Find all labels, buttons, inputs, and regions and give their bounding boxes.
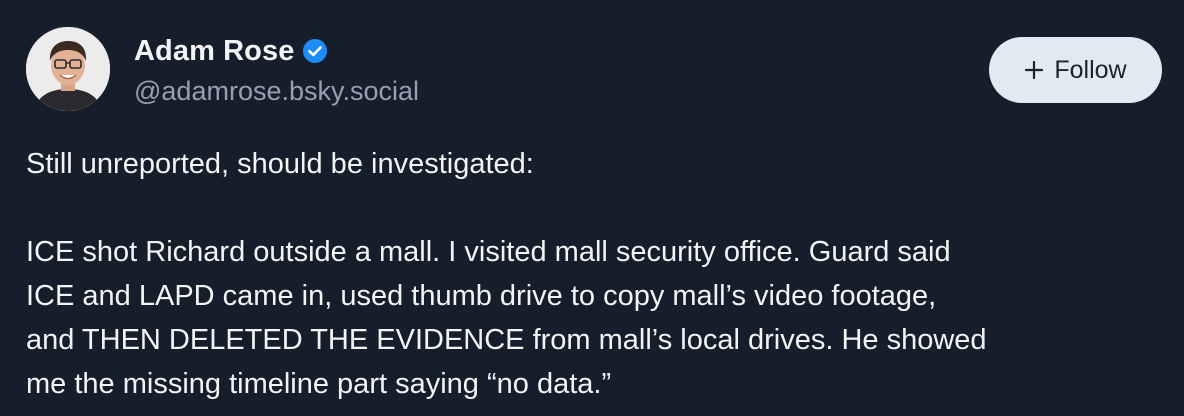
avatar[interactable] — [26, 27, 110, 111]
profile-photo-icon — [26, 27, 110, 111]
verified-badge-icon — [302, 38, 328, 64]
plus-icon — [1024, 60, 1044, 80]
post-text-line: Still unreported, should be investigated… — [26, 148, 534, 180]
author-handle[interactable]: @adamrose.bsky.social — [134, 76, 419, 107]
post-card: Adam Rose @adamrose.bsky.social Follow S… — [0, 0, 1184, 416]
post-body: Still unreported, should be investigated… — [26, 142, 1166, 406]
post-text-line: ICE shot Richard outside a mall. I visit… — [26, 236, 951, 268]
post-text-line: me the missing timeline part saying “no … — [26, 368, 612, 400]
follow-button[interactable]: Follow — [989, 37, 1162, 103]
author-display-name[interactable]: Adam Rose — [134, 35, 294, 68]
author-name-row: Adam Rose — [134, 32, 328, 70]
post-text-line: ICE and LAPD came in, used thumb drive t… — [26, 280, 937, 312]
follow-label: Follow — [1054, 55, 1127, 84]
post-text-line: and THEN DELETED THE EVIDENCE from mall’… — [26, 324, 987, 356]
